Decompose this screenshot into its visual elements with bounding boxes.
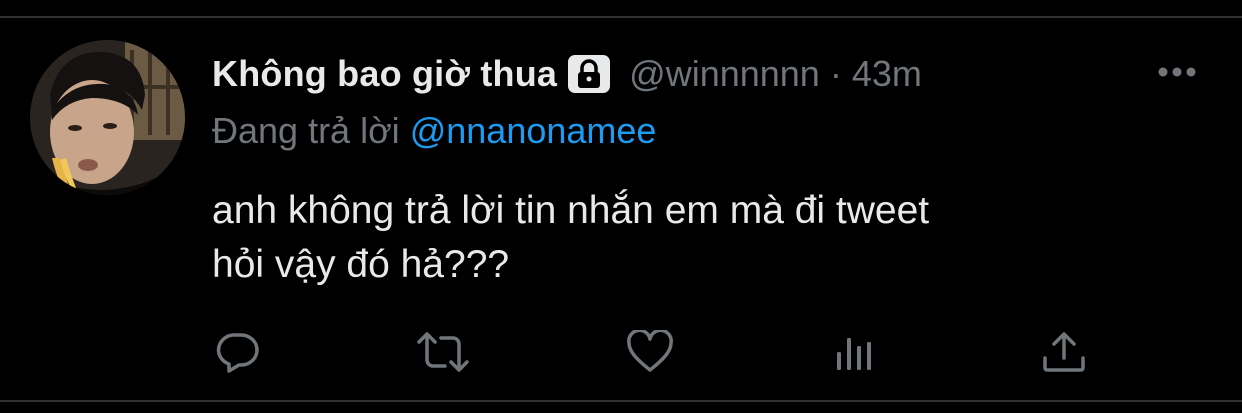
views-icon[interactable]: [834, 330, 882, 374]
separator-dot: ·: [829, 53, 842, 94]
retweet-icon[interactable]: [415, 330, 469, 374]
replying-to: Đang trả lời @nnanonamee: [212, 110, 656, 152]
bottom-divider: [0, 400, 1242, 402]
more-icon[interactable]: [1155, 60, 1199, 84]
tweet-timestamp[interactable]: 43m: [852, 53, 922, 95]
top-divider: [0, 16, 1242, 18]
tweet-card[interactable]: Không bao giờ thua @winnnnnn · 43m Đang …: [0, 0, 1242, 413]
tweet-text-line: hỏi vậy đó hả???: [212, 243, 510, 286]
tweet-header: Không bao giờ thua @winnnnnn · 43m: [212, 52, 922, 96]
display-name[interactable]: Không bao giờ thua: [212, 53, 557, 95]
like-icon[interactable]: [626, 330, 674, 374]
tweet-text-line: anh không trả lời tin nhắn em mà đi twee…: [212, 189, 930, 232]
tweet-text: anh không trả lời tin nhắn em mà đi twee…: [212, 184, 1212, 292]
reply-icon[interactable]: [213, 330, 261, 374]
reply-mention-link[interactable]: @nnanonamee: [410, 110, 657, 151]
lock-icon: [567, 54, 611, 94]
replying-to-label: Đang trả lời: [212, 110, 400, 151]
avatar[interactable]: [30, 40, 185, 195]
user-handle[interactable]: @winnnnnn: [629, 53, 820, 95]
share-icon[interactable]: [1040, 330, 1088, 374]
